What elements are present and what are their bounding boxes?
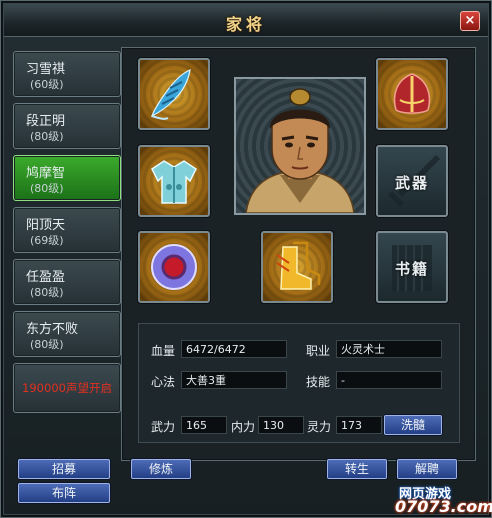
strength-label: 武力: [151, 420, 176, 434]
general-window: 家将 × 习雪祺 (60级) 段正明 (80级) 鸠摩智 (80级) 阳顶天 (…: [0, 0, 492, 518]
method-value: 大善3重: [181, 371, 287, 389]
equip-slot-boots[interactable]: [261, 231, 333, 303]
roster-name: 鸠摩智: [26, 166, 66, 181]
roster-name: 段正明: [26, 114, 66, 129]
equip-slot-armor[interactable]: [138, 145, 210, 217]
roster-name: 任盈盈: [26, 270, 66, 285]
roster-tab-5[interactable]: 任盈盈 (80级): [13, 259, 121, 305]
watermark-line2: 07073.com: [395, 497, 492, 516]
weapon-slot-label: 武器: [394, 174, 429, 192]
close-button[interactable]: ×: [460, 11, 480, 31]
inner-power-label: 内力: [231, 420, 256, 434]
roster-tab-2[interactable]: 段正明 (80级): [13, 103, 121, 149]
hp-value: 6472/6472: [181, 340, 287, 358]
boots-icon: [276, 241, 321, 290]
helmet-icon: [393, 73, 431, 114]
roster-tab-4[interactable]: 阳顶天 (69级): [13, 207, 121, 253]
equip-slot-ring[interactable]: [138, 231, 210, 303]
equip-slot-accessory[interactable]: [138, 58, 210, 130]
job-value: 火灵术士: [336, 340, 442, 358]
hp-label: 血量: [151, 344, 176, 358]
skill-label: 技能: [306, 375, 331, 389]
ring-icon: [151, 244, 197, 290]
method-label: 心法: [151, 375, 176, 389]
roster-name: 阳顶天: [26, 218, 66, 233]
refine-button[interactable]: 洗髓: [384, 415, 442, 435]
job-label: 职业: [306, 344, 331, 358]
book-slot-label: 书籍: [394, 260, 429, 278]
formation-button[interactable]: 布阵: [18, 483, 110, 503]
roster-tab-1[interactable]: 习雪祺 (60级): [13, 51, 121, 97]
robe-armor-icon: [151, 160, 197, 204]
equip-slot-book[interactable]: 书籍: [376, 231, 448, 303]
inner-power-value: 130: [258, 416, 304, 434]
roster-level: (60级): [30, 78, 64, 91]
skill-value: -: [336, 371, 442, 389]
train-button[interactable]: 修炼: [131, 459, 191, 479]
recruit-button[interactable]: 招募: [18, 459, 110, 479]
equip-slot-helmet[interactable]: [376, 58, 448, 130]
spirit-label: 灵力: [307, 420, 332, 434]
site-watermark: 网页游戏 07073.com: [389, 483, 492, 516]
equip-slot-weapon[interactable]: 武器: [376, 145, 448, 217]
roster-level: (69级): [30, 234, 64, 247]
general-roster: 习雪祺 (60级) 段正明 (80级) 鸠摩智 (80级) 阳顶天 (69级) …: [13, 51, 121, 419]
roster-level: (80级): [30, 286, 64, 299]
dismiss-button[interactable]: 解聘: [397, 459, 457, 479]
rebirth-button[interactable]: 转生: [327, 459, 387, 479]
roster-name: 东方不败: [26, 322, 79, 337]
roster-name: 习雪祺: [26, 62, 66, 77]
locked-roster-slot[interactable]: 190000声望开启: [13, 363, 121, 413]
unlock-requirement: 190000声望开启: [22, 381, 112, 395]
strength-value: 165: [181, 416, 227, 434]
spirit-value: 173: [336, 416, 382, 434]
roster-level: (80级): [30, 182, 64, 195]
roster-level: (80级): [30, 338, 64, 351]
window-title: 家将: [225, 15, 266, 34]
title-bar[interactable]: 家将 ×: [4, 4, 488, 37]
feather-accessory-icon: [150, 69, 191, 120]
general-portrait-image: [245, 88, 355, 214]
roster-tab-3-selected[interactable]: 鸠摩智 (80级): [13, 155, 121, 201]
roster-tab-6[interactable]: 东方不败 (80级): [13, 311, 121, 357]
roster-level: (80级): [30, 130, 64, 143]
general-portrait: [234, 77, 366, 215]
